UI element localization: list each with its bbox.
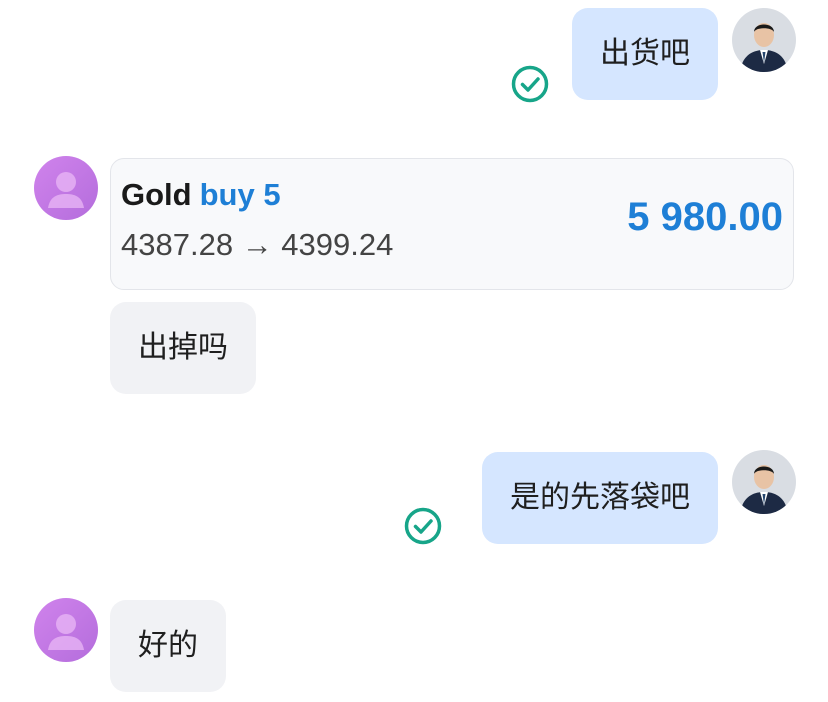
message-bubble-incoming[interactable]: 出掉吗: [110, 302, 256, 394]
trade-card[interactable]: Gold buy 5 4387.28 → 4399.24 5 980.00: [110, 158, 794, 290]
own-avatar[interactable]: [732, 8, 796, 72]
message-bubble-outgoing[interactable]: 是的先落袋吧: [482, 452, 718, 544]
default-user-avatar-icon: [34, 598, 98, 662]
message-bubble-outgoing[interactable]: 出货吧: [572, 8, 718, 100]
trade-title: Gold buy 5: [121, 177, 281, 213]
trade-price-range: 4387.28 → 4399.24: [121, 227, 394, 262]
message-bubble-incoming[interactable]: 好的: [110, 600, 226, 692]
default-user-avatar-icon: [34, 156, 98, 220]
own-avatar[interactable]: [732, 450, 796, 514]
message-text: 是的先落袋吧: [510, 480, 690, 515]
user-photo-avatar-icon: [732, 8, 796, 72]
trade-amount: 5 980.00: [627, 195, 783, 239]
message-text: 好的: [138, 628, 198, 663]
check-circle-icon: [510, 64, 550, 104]
contact-avatar[interactable]: [34, 156, 98, 220]
message-text: 出货吧: [600, 36, 690, 71]
trade-symbol: Gold: [121, 177, 192, 212]
contact-avatar[interactable]: [34, 598, 98, 662]
trade-side: buy 5: [199, 177, 281, 212]
message-text: 出掉吗: [138, 330, 228, 365]
user-photo-avatar-icon: [732, 450, 796, 514]
check-circle-icon: [403, 506, 443, 546]
